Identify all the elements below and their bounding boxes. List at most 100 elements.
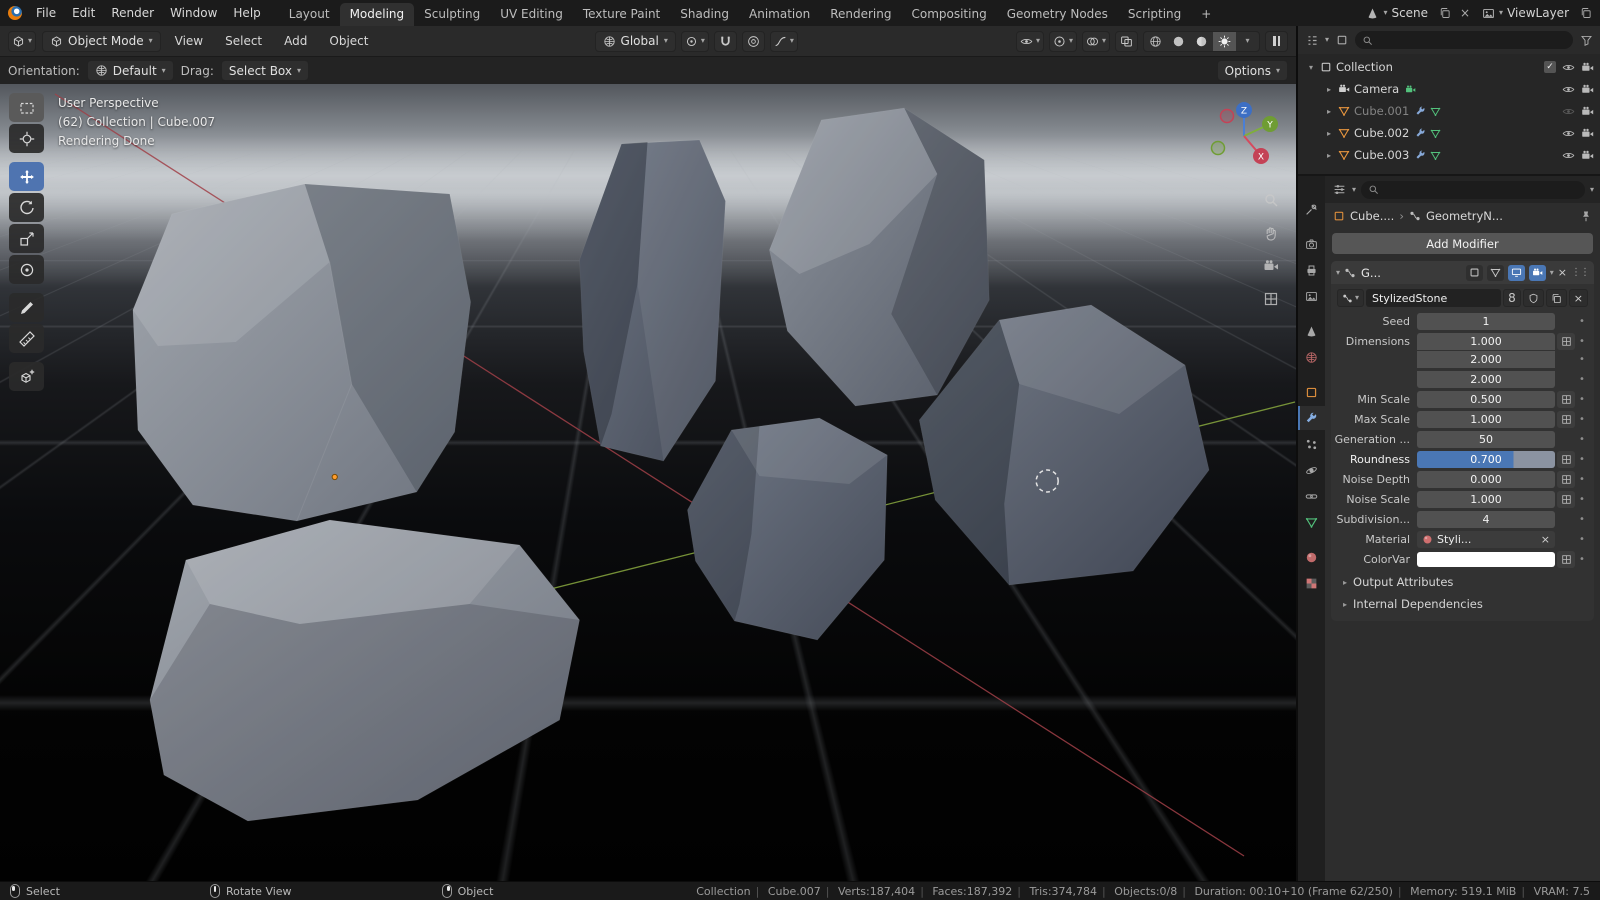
camera-view-icon[interactable] [1263, 258, 1279, 274]
shading-options-dropdown[interactable]: ▾ [1236, 32, 1259, 51]
stone-mesh-6[interactable] [150, 520, 580, 821]
decorator-dot[interactable]: • [1575, 336, 1589, 347]
props-tab-data[interactable] [1298, 510, 1325, 534]
tool-rotate[interactable] [9, 193, 44, 222]
stone-mesh-4[interactable] [687, 418, 887, 640]
tool-select-box[interactable] [9, 93, 44, 122]
props-tab-view-layer[interactable] [1298, 284, 1325, 308]
roundness-slider[interactable]: 0.700 [1417, 451, 1555, 468]
proportional-editing-button[interactable] [742, 31, 765, 52]
blender-logo-icon[interactable] [8, 6, 22, 20]
viewlayer-copy-button[interactable] [1578, 5, 1594, 21]
outliner-editor-type-button[interactable] [1304, 32, 1320, 48]
viewport-canvas[interactable] [0, 84, 1296, 881]
snap-toggle-button[interactable] [714, 31, 737, 52]
material-selector[interactable]: Styli... × [1417, 531, 1555, 548]
add-modifier-button[interactable]: Add Modifier [1332, 233, 1593, 254]
menu-object[interactable]: Object [321, 34, 376, 48]
drag-handle[interactable]: ⋮⋮ [1571, 267, 1589, 278]
stone-mesh-3[interactable] [769, 108, 989, 406]
props-tab-modifiers[interactable] [1298, 406, 1325, 430]
menu-file[interactable]: File [28, 6, 64, 20]
tool-scale[interactable] [9, 224, 44, 253]
props-tab-object[interactable] [1298, 380, 1325, 404]
hide-eye-icon[interactable] [1562, 149, 1575, 162]
workspace-tab-compositing[interactable]: Compositing [901, 3, 996, 26]
hide-eye-icon[interactable] [1562, 83, 1575, 96]
ortho-toggle-icon[interactable] [1263, 291, 1279, 307]
props-tab-render[interactable] [1298, 232, 1325, 256]
object-name[interactable]: Cube.001 [1354, 104, 1409, 118]
browse-node-group-button[interactable]: ▾ [1337, 289, 1364, 307]
section-internal-dependencies[interactable]: ▸ Internal Dependencies [1331, 593, 1594, 615]
shading-solid-button[interactable] [1167, 32, 1190, 51]
noise-depth-field[interactable]: 0.000 [1417, 471, 1555, 488]
outliner-row-cube003[interactable]: ▸ Cube.003 [1298, 144, 1600, 166]
input-attribute-toggle[interactable] [1557, 391, 1575, 408]
gizmo-neg-x-axis[interactable] [1221, 110, 1234, 123]
workspace-tab-scripting[interactable]: Scripting [1118, 3, 1191, 26]
props-tab-material[interactable] [1298, 545, 1325, 569]
input-attribute-toggle[interactable] [1557, 471, 1575, 488]
mode-dropdown[interactable]: Object Mode ▾ [42, 31, 161, 52]
pan-hand-icon[interactable] [1263, 225, 1279, 241]
render-visibility-icon[interactable] [1581, 149, 1594, 162]
node-group-users-button[interactable]: 8 [1503, 289, 1521, 307]
breadcrumb-object[interactable]: Cube.... [1350, 209, 1394, 223]
stone-mesh-1[interactable] [133, 184, 471, 521]
subdivision-field[interactable]: 4 [1417, 511, 1555, 528]
workspace-tab-geometry-nodes[interactable]: Geometry Nodes [997, 3, 1118, 26]
display-realtime-toggle[interactable] [1508, 265, 1525, 281]
options-dropdown[interactable]: Options ▾ [1217, 60, 1288, 81]
menu-add[interactable]: Add [276, 34, 315, 48]
input-attribute-toggle[interactable] [1557, 411, 1575, 428]
expand-icon[interactable]: ▸ [1324, 151, 1334, 160]
gizmo-neg-y-axis[interactable] [1212, 142, 1225, 155]
viewlayer-name[interactable]: ViewLayer [1507, 6, 1569, 20]
menu-edit[interactable]: Edit [64, 6, 103, 20]
seed-field[interactable]: 1 [1417, 313, 1555, 330]
transform-orientation-dropdown[interactable]: Global ▾ [595, 31, 676, 52]
gizmos-dropdown[interactable]: ▾ [1049, 31, 1077, 52]
overlays-dropdown[interactable]: ▾ [1082, 31, 1110, 52]
hide-eye-icon[interactable] [1562, 127, 1575, 140]
shading-material-button[interactable] [1190, 32, 1213, 51]
decorator-dot[interactable]: • [1575, 434, 1589, 445]
decorator-dot[interactable]: • [1575, 514, 1589, 525]
render-visibility-icon[interactable] [1581, 83, 1594, 96]
input-attribute-toggle[interactable] [1557, 451, 1575, 468]
menu-select[interactable]: Select [217, 34, 270, 48]
modifier-extras-dropdown[interactable]: ▾ [1550, 269, 1554, 277]
menu-view[interactable]: View [167, 34, 211, 48]
tool-move[interactable] [9, 162, 44, 191]
display-on-cage-toggle[interactable] [1466, 265, 1483, 281]
properties-search-input[interactable] [1361, 181, 1585, 199]
expand-icon[interactable]: ▸ [1324, 85, 1334, 94]
workspace-tab-modeling[interactable]: Modeling [340, 3, 415, 26]
max-scale-field[interactable]: 1.000 [1417, 411, 1555, 428]
modifier-name[interactable]: G... [1361, 266, 1381, 280]
decorator-dot[interactable]: • [1575, 554, 1589, 565]
decorator-dot[interactable]: • [1575, 474, 1589, 485]
zoom-icon[interactable] [1263, 192, 1279, 208]
decorator-dot[interactable]: • [1575, 354, 1589, 365]
display-render-toggle[interactable] [1529, 265, 1546, 281]
noise-scale-field[interactable]: 1.000 [1417, 491, 1555, 508]
input-attribute-toggle[interactable] [1557, 491, 1575, 508]
shading-rendered-button[interactable] [1213, 32, 1236, 51]
workspace-tab-animation[interactable]: Animation [739, 3, 820, 26]
object-name[interactable]: Camera [1354, 82, 1399, 96]
outliner-filter-icon[interactable] [1578, 32, 1594, 48]
collection-name[interactable]: Collection [1336, 60, 1393, 74]
props-tab-texture[interactable] [1298, 571, 1325, 595]
remove-modifier-button[interactable]: × [1558, 267, 1567, 278]
collection-checkbox[interactable]: ✓ [1544, 61, 1556, 73]
outliner-row-cube001[interactable]: ▸ Cube.001 [1298, 100, 1600, 122]
expand-icon[interactable]: ▸ [1324, 129, 1334, 138]
object-name[interactable]: Cube.003 [1354, 148, 1409, 162]
shading-wireframe-button[interactable] [1144, 32, 1167, 51]
dimensions-y-field[interactable]: 2.000 [1417, 351, 1555, 368]
decorator-dot[interactable]: • [1575, 394, 1589, 405]
viewlayer-selector[interactable]: ▾ ViewLayer [1477, 4, 1574, 22]
section-output-attributes[interactable]: ▸ Output Attributes [1331, 571, 1594, 593]
